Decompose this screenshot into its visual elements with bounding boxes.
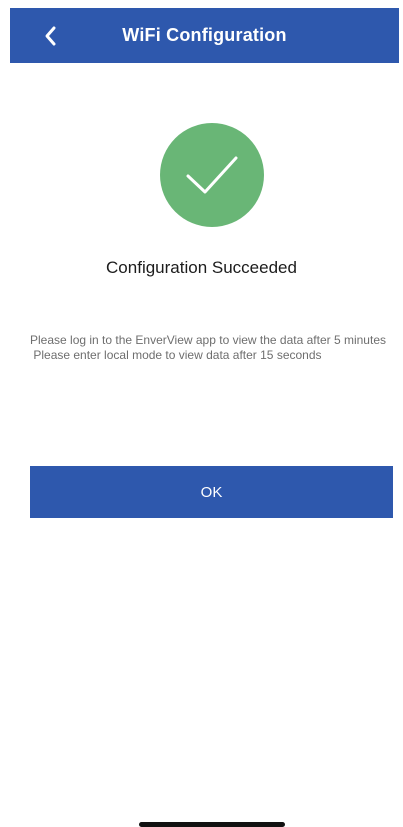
check-circle-icon: [160, 123, 264, 227]
home-indicator: [139, 822, 285, 827]
page-title: WiFi Configuration: [122, 25, 287, 45]
check-icon: [186, 156, 238, 194]
header-bar: WiFi Configuration: [10, 8, 399, 63]
chevron-left-icon: [45, 26, 56, 45]
instruction-line-app: Please log in to the EnverView app to vi…: [30, 333, 386, 347]
status-title: Configuration Succeeded: [106, 258, 297, 277]
instruction-line-local: Please enter local mode to view data aft…: [30, 348, 322, 362]
wifi-config-success-screen: WiFi Configuration Configuration Succeed…: [0, 0, 403, 827]
ok-button[interactable]: OK: [30, 466, 393, 518]
back-button[interactable]: [30, 8, 70, 63]
instructions-text: Please log in to the EnverView app to vi…: [30, 333, 395, 363]
